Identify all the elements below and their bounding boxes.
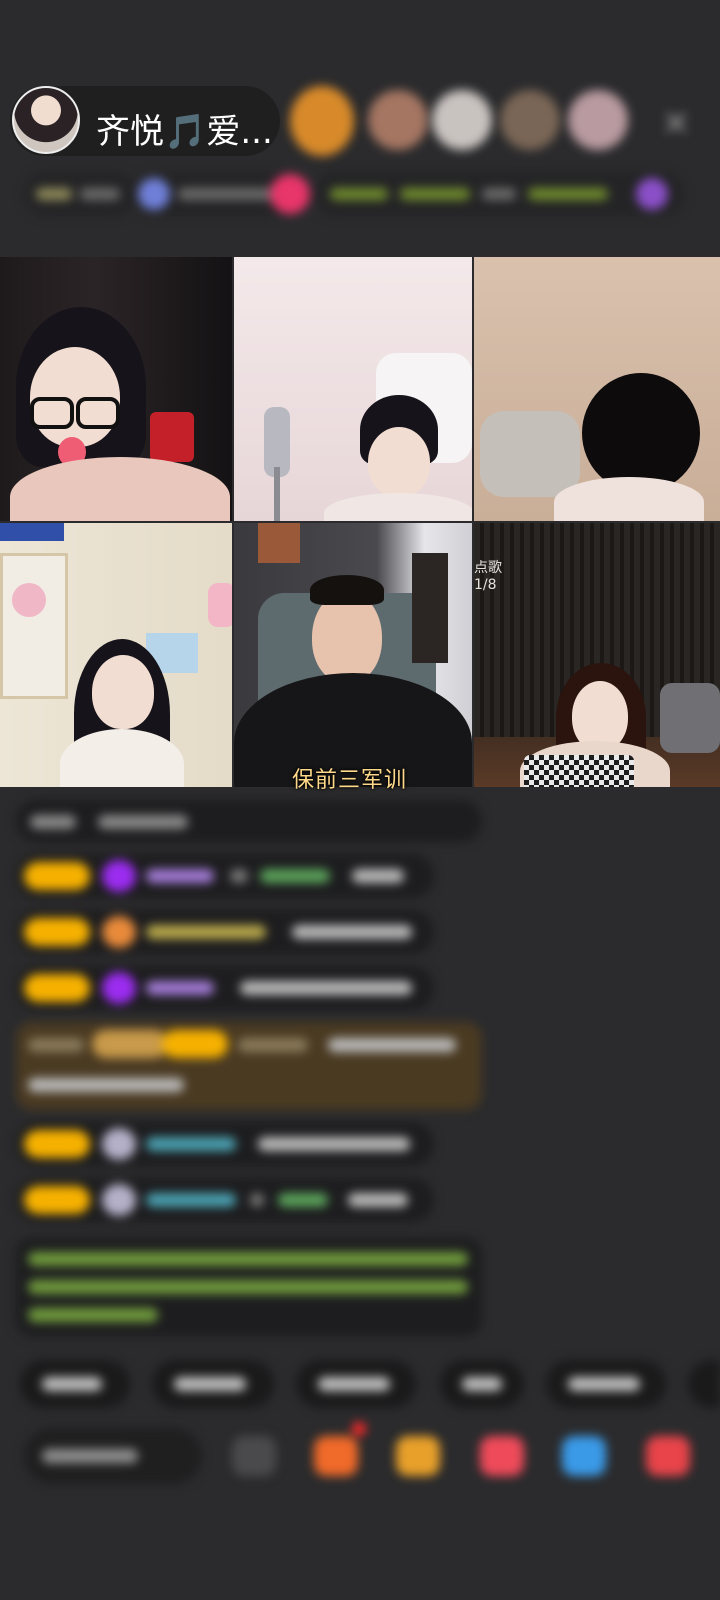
video-tile-4[interactable] [0, 523, 232, 787]
viewer-avatar[interactable] [368, 90, 428, 150]
stat-chip[interactable] [24, 172, 136, 216]
video-caption: 保前三军训 [292, 768, 408, 793]
gift-icon[interactable] [270, 174, 310, 214]
quick-reply-chip[interactable] [688, 1360, 720, 1408]
notification-dot [352, 1422, 366, 1436]
quick-reply-chip[interactable] [20, 1360, 130, 1408]
quick-reply-chip[interactable] [296, 1360, 416, 1408]
system-notice [16, 1238, 482, 1336]
chat-message[interactable] [16, 1122, 434, 1166]
game-icon[interactable] [314, 1436, 358, 1476]
chat-message[interactable] [16, 854, 434, 898]
quick-reply-chip[interactable] [152, 1360, 274, 1408]
lucky-bag-icon[interactable] [480, 1436, 524, 1476]
tile-counter: 1/8 [474, 577, 497, 593]
tag-chip[interactable] [314, 172, 684, 216]
chat-message[interactable] [16, 1178, 434, 1222]
chat-message[interactable] [16, 800, 482, 842]
gift-box-icon[interactable] [396, 1436, 440, 1476]
host-avatar[interactable] [12, 86, 80, 154]
chat-message[interactable] [16, 966, 434, 1010]
close-icon[interactable]: ✕ [656, 104, 696, 144]
viewer-avatar[interactable] [290, 86, 354, 156]
host-name[interactable]: 齐悦🎵爱... [96, 104, 273, 153]
video-tile-5[interactable] [234, 523, 472, 787]
viewer-avatar[interactable] [432, 90, 492, 150]
stats-row [24, 172, 684, 216]
quick-reply-chip[interactable] [440, 1360, 524, 1408]
comment-input[interactable] [24, 1428, 202, 1484]
multi-guest-video-grid: 保前三军训 点歌 1/8 [0, 257, 720, 793]
chat-message[interactable] [16, 1022, 482, 1110]
emoji-icon[interactable] [232, 1436, 276, 1476]
video-tile-2[interactable] [234, 257, 472, 521]
share-icon[interactable] [562, 1436, 606, 1476]
video-tile-6[interactable]: 点歌 1/8 [474, 523, 720, 787]
more-apps-icon[interactable] [646, 1436, 690, 1476]
viewer-avatar[interactable] [568, 90, 628, 150]
video-tile-3[interactable] [474, 257, 720, 521]
video-tile-1[interactable] [0, 257, 232, 521]
tile-badge: 点歌 [474, 560, 502, 576]
viewer-avatar[interactable] [500, 90, 560, 150]
chat-message[interactable] [16, 910, 434, 954]
quick-reply-chip[interactable] [546, 1360, 666, 1408]
